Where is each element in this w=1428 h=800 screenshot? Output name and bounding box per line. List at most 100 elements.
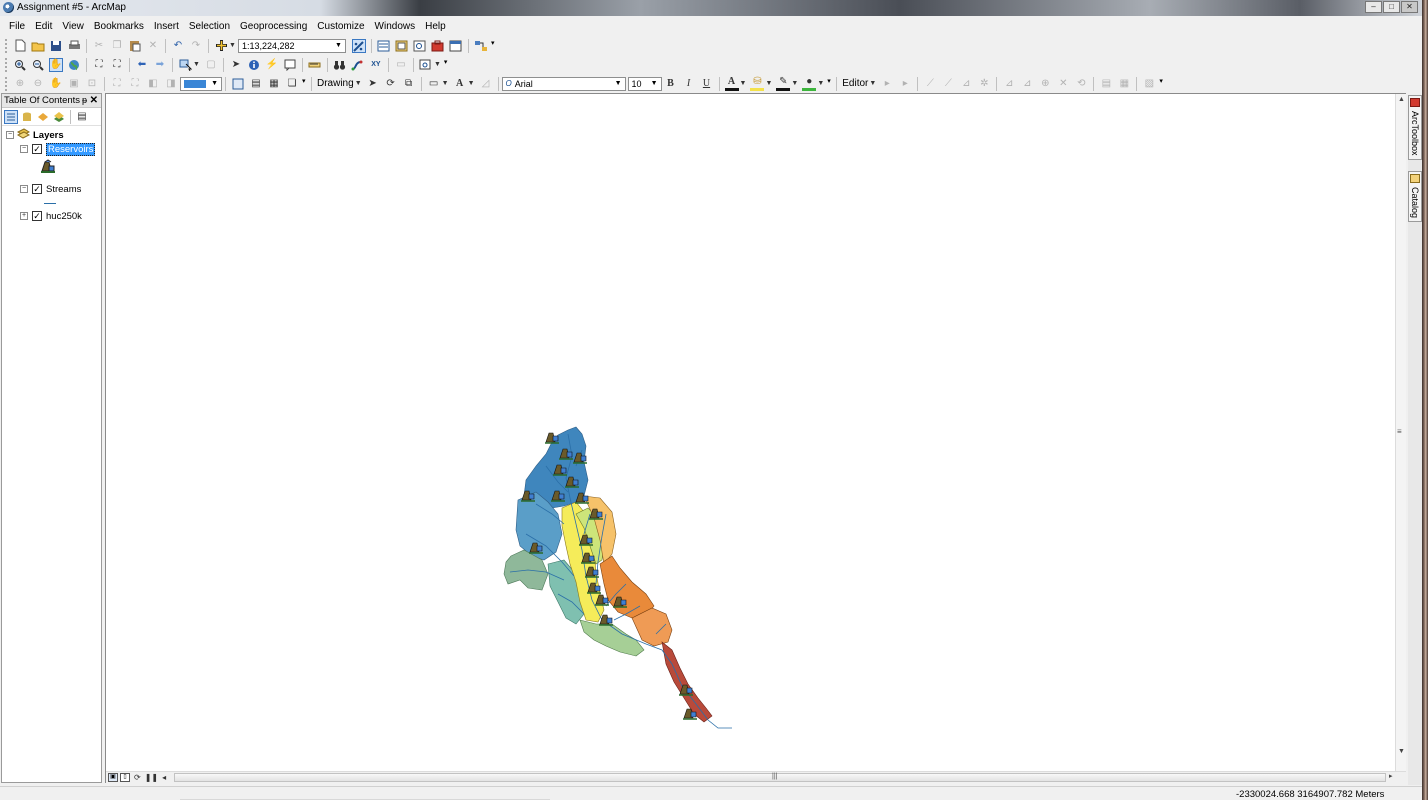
layer-visibility-checkbox[interactable]: ✓ — [32, 211, 42, 221]
pause-drawing-icon[interactable]: ❚❚ — [145, 773, 158, 782]
layout-view-icon[interactable]: ▯ — [120, 773, 130, 782]
focus-data-frame-icon[interactable]: ▤ — [249, 77, 263, 91]
scroll-down-icon[interactable]: ▼ — [1398, 748, 1405, 755]
auto-hide-pin-icon[interactable]: ᵽ — [82, 94, 87, 107]
undo-icon[interactable]: ↶ — [171, 39, 185, 53]
fill-color-icon[interactable]: ⛁ — [750, 77, 765, 91]
pan-hand-icon[interactable]: ✋ — [49, 57, 63, 72]
print-icon[interactable] — [67, 39, 81, 53]
font-select[interactable]: O Arial ▼ — [501, 76, 626, 91]
map-canvas[interactable] — [106, 94, 1395, 771]
save-icon[interactable] — [49, 39, 63, 53]
html-popup-icon[interactable] — [283, 58, 297, 72]
rectangle-icon[interactable]: ▭ — [427, 77, 441, 91]
close-button[interactable]: ✕ — [1401, 1, 1418, 13]
collapse-icon[interactable]: − — [6, 131, 14, 139]
layers-data-frame[interactable]: − Layers — [6, 128, 64, 142]
line-color-dropdown-icon[interactable]: ▼ — [791, 80, 798, 87]
editor-toolbar-toggle-icon[interactable] — [351, 38, 366, 53]
catalog-window-icon[interactable] — [395, 39, 409, 53]
drawing-menu[interactable]: Drawing — [315, 78, 356, 89]
time-slider-icon[interactable]: ▭ — [394, 58, 408, 72]
attributes-icon[interactable]: ▤ — [1099, 77, 1113, 91]
line-color-icon[interactable]: ✎ — [776, 77, 791, 91]
list-by-drawing-order-icon[interactable] — [4, 109, 18, 124]
menu-customize[interactable]: Customize — [312, 21, 369, 32]
data-view-icon[interactable]: ▣ — [108, 773, 118, 782]
layout-forward-icon[interactable]: ◨ — [164, 77, 178, 91]
toolbar-grip[interactable] — [5, 38, 8, 53]
toolbar-grip[interactable] — [5, 57, 8, 72]
rotate-edit-icon[interactable]: ⟲ — [1074, 77, 1088, 91]
straight-segment-icon[interactable]: ⟋ — [923, 77, 937, 91]
full-extent-globe-icon[interactable] — [67, 58, 81, 72]
go-forward-extent-icon[interactable]: ➡ — [153, 58, 167, 72]
python-window-icon[interactable] — [449, 39, 463, 53]
clear-selection-icon[interactable]: ▢ — [204, 58, 218, 72]
edit-tool-icon[interactable]: ▸ — [880, 77, 894, 91]
scroll-left-icon[interactable]: ◂ — [162, 773, 166, 782]
select-features-dropdown-icon[interactable]: ▼ — [193, 61, 200, 68]
layout-zoom-select[interactable]: ▼ — [180, 76, 222, 91]
change-layout-icon[interactable]: ▦ — [267, 77, 281, 91]
zoom-in-icon[interactable] — [13, 58, 27, 72]
toolbar-overflow-icon[interactable]: ▾ — [444, 58, 448, 72]
measure-icon[interactable] — [308, 58, 322, 72]
menu-file[interactable]: File — [4, 21, 30, 32]
scrollbar-thumb[interactable] — [175, 774, 1385, 781]
scroll-up-icon[interactable]: ▲ — [1398, 96, 1405, 103]
menu-insert[interactable]: Insert — [149, 21, 184, 32]
layer-visibility-checkbox[interactable]: ✓ — [32, 184, 42, 194]
marker-color-icon[interactable]: ● — [802, 77, 817, 91]
identify-icon[interactable] — [247, 58, 261, 72]
scroll-right-icon[interactable]: ▸ — [1389, 772, 1393, 780]
paste-icon[interactable] — [128, 39, 142, 53]
scroll-grip-icon[interactable]: ≡ — [1397, 427, 1402, 436]
table-of-contents-icon[interactable] — [377, 39, 391, 53]
collapse-icon[interactable]: − — [20, 145, 28, 153]
create-viewer-window-icon[interactable] — [419, 58, 433, 72]
arctoolbox-tab[interactable]: ArcToolbox — [1408, 95, 1422, 160]
point-icon[interactable]: ✲ — [977, 77, 991, 91]
list-by-selection-icon[interactable] — [52, 110, 66, 124]
bold-button[interactable]: B — [664, 77, 678, 91]
menu-geoprocessing[interactable]: Geoprocessing — [235, 21, 312, 32]
map-horizontal-scrollbar[interactable]: ||| — [174, 773, 1386, 782]
underline-button[interactable]: U — [700, 77, 714, 91]
hyperlink-icon[interactable]: ⚡ — [265, 58, 279, 72]
split-icon[interactable]: ✕ — [1056, 77, 1070, 91]
expand-icon[interactable]: + — [20, 212, 28, 220]
find-route-icon[interactable] — [351, 58, 365, 72]
layout-fixed-zoom-out-icon[interactable]: ⛶ — [128, 77, 142, 91]
select-features-icon[interactable] — [178, 58, 192, 72]
toolbar-overflow-icon[interactable]: ▾ — [827, 77, 831, 91]
trace-icon[interactable]: ⊿ — [959, 77, 973, 91]
go-to-xy-icon[interactable]: XY — [369, 58, 383, 72]
fill-color-dropdown-icon[interactable]: ▼ — [765, 80, 772, 87]
minimize-button[interactable]: – — [1365, 1, 1382, 13]
font-size-select[interactable]: 10 ▼ — [627, 76, 662, 91]
viewer-dropdown-icon[interactable]: ▼ — [434, 61, 441, 68]
list-by-visibility-icon[interactable] — [36, 110, 50, 124]
zoom-whole-page-icon[interactable]: ▣ — [67, 77, 81, 91]
redo-icon[interactable]: ↷ — [189, 39, 203, 53]
new-document-icon[interactable] — [13, 39, 27, 53]
refresh-icon[interactable]: ⟳ — [134, 773, 141, 782]
editor-dropdown-icon[interactable]: ▼ — [869, 80, 876, 87]
search-window-icon[interactable] — [413, 39, 427, 53]
list-by-source-icon[interactable] — [20, 110, 34, 124]
editor-menu[interactable]: Editor — [840, 78, 870, 89]
layer-visibility-checkbox[interactable]: ✓ — [32, 144, 42, 154]
layer-name[interactable]: Reservoirs — [46, 142, 96, 156]
find-binoculars-icon[interactable] — [333, 58, 347, 72]
layout-zoom-in-icon[interactable]: ⊕ — [13, 77, 27, 91]
copy-icon[interactable]: ❐ — [110, 39, 124, 53]
data-driven-pages-icon[interactable]: ❏ — [285, 77, 299, 91]
map-scale-select[interactable]: 1:13,224,282 ▼ — [237, 38, 346, 53]
text-dropdown-icon[interactable]: ▼ — [468, 80, 475, 87]
edit-annotation-icon[interactable]: ▸ — [898, 77, 912, 91]
cut-polygons-icon[interactable]: ⊕ — [1038, 77, 1052, 91]
layout-fixed-zoom-icon[interactable]: ⛶ — [110, 77, 124, 91]
layer-name[interactable]: Streams — [46, 184, 81, 195]
arctoolbox-window-icon[interactable] — [431, 39, 445, 53]
